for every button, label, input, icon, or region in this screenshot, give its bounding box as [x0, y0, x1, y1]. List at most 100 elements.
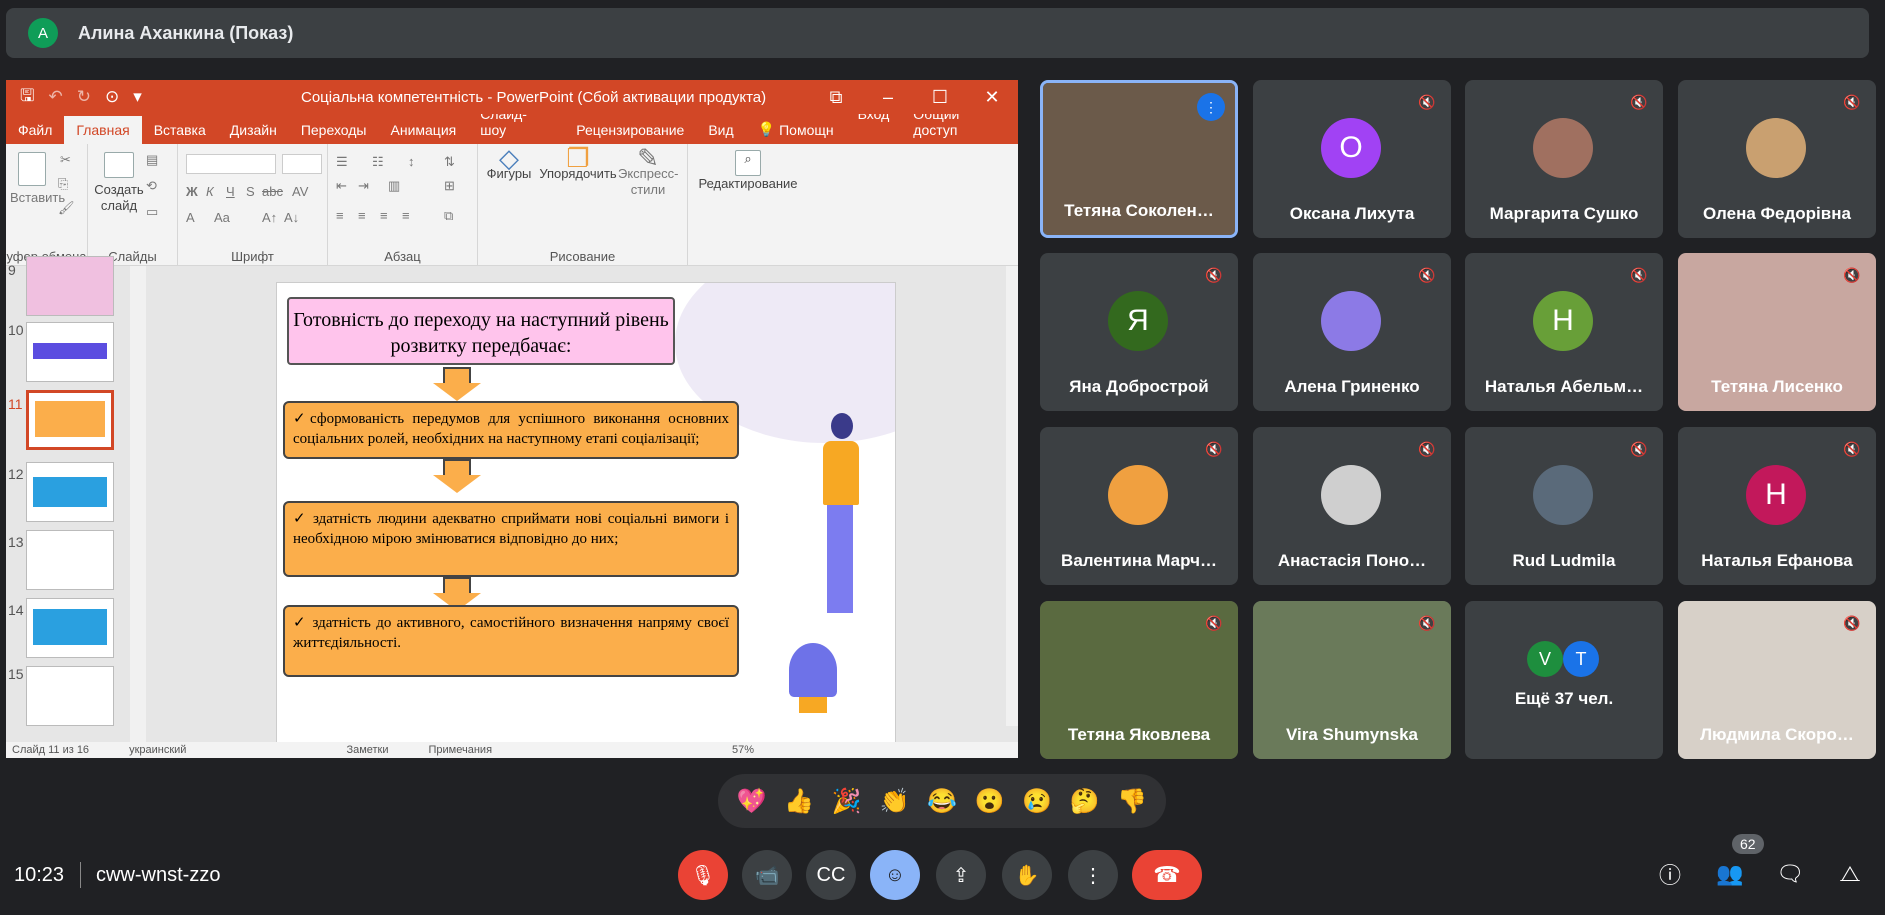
increase-font-icon[interactable]: A↑ — [262, 210, 277, 226]
cut-icon[interactable]: ✂ — [60, 152, 71, 168]
change-case-icon[interactable]: Aa — [214, 210, 230, 226]
reaction-party[interactable]: 🎉 — [832, 787, 862, 816]
italic-icon[interactable]: К — [206, 184, 214, 200]
participant-tile[interactable]: 🔇 Людмила Скоро… — [1678, 601, 1876, 759]
language-status[interactable]: украинский — [129, 744, 186, 756]
reaction-heart[interactable]: 💖 — [737, 787, 767, 816]
participant-tile[interactable]: 🔇 Алена Гриненко — [1253, 253, 1451, 411]
align-left-icon[interactable]: ≡ — [336, 208, 344, 224]
tab-transitions[interactable]: Переходы — [289, 122, 379, 144]
present-icon[interactable]: ⇪ — [936, 850, 986, 900]
participant-tile[interactable]: Я 🔇 Яна Добрострой — [1040, 253, 1238, 411]
reaction-clap[interactable]: 👏 — [879, 787, 909, 816]
reaction-thumbs-down[interactable]: 👎 — [1117, 787, 1147, 816]
reaction-thumbs-up[interactable]: 👍 — [784, 787, 814, 816]
thumbs-scrollbar[interactable] — [130, 266, 146, 744]
participant-tile[interactable]: ⋮ Тетяна Соколен… — [1040, 80, 1238, 238]
participant-tile[interactable]: 🔇 Олена Федорівна — [1678, 80, 1876, 238]
slide-thumb-15[interactable] — [26, 666, 114, 726]
paste-button[interactable]: Вставить — [10, 152, 65, 206]
arrange-button[interactable]: ❐ Упорядочить — [538, 145, 618, 182]
help-icon[interactable]: 💡 — [746, 121, 775, 144]
tab-view[interactable]: Вид — [696, 122, 745, 144]
zoom-level[interactable]: 57% — [732, 744, 754, 756]
section-icon[interactable]: ▭ — [146, 204, 158, 220]
redo-icon[interactable]: ↻ — [77, 87, 91, 107]
smartart-icon[interactable]: ⧉ — [444, 208, 453, 224]
participant-tile[interactable]: V T Ещё 37 чел. — [1465, 601, 1663, 759]
char-spacing-icon[interactable]: AV — [292, 184, 308, 200]
reaction-sad[interactable]: 😢 — [1022, 787, 1052, 816]
tab-animation[interactable]: Анимация — [379, 122, 469, 144]
new-slide-button[interactable]: Создать слайд — [94, 152, 144, 214]
columns-icon[interactable]: ▥ — [388, 178, 400, 194]
activities-icon[interactable]: ⧍ — [1832, 856, 1868, 892]
presentation-icon[interactable]: ⊙ — [105, 87, 119, 107]
font-family-select[interactable] — [186, 154, 276, 174]
more-options-icon[interactable]: ⋮ — [1068, 850, 1118, 900]
shadow-icon[interactable]: S — [246, 184, 255, 200]
strikethrough-icon[interactable]: abc — [262, 184, 283, 200]
align-right-icon[interactable]: ≡ — [380, 208, 388, 224]
quick-styles-button[interactable]: ✎ Экспресс-стили — [618, 145, 679, 198]
participant-tile[interactable]: 🔇 Валентина Марч… — [1040, 427, 1238, 585]
tab-file[interactable]: Файл — [6, 122, 64, 144]
comments-button[interactable]: Примечания — [429, 744, 493, 756]
slide-scrollbar[interactable] — [1006, 266, 1018, 726]
reset-icon[interactable]: ⟲ — [146, 178, 157, 194]
layout-icon[interactable]: ▤ — [146, 152, 158, 168]
participant-tile[interactable]: 🔇 Тетяна Яковлева — [1040, 601, 1238, 759]
font-color-icon[interactable]: A — [186, 210, 195, 226]
participant-tile[interactable]: 🔇 Маргарита Сушко — [1465, 80, 1663, 238]
info-icon[interactable]: ⓘ — [1652, 856, 1688, 892]
participant-tile[interactable]: Н 🔇 Наталья Абельм… — [1465, 253, 1663, 411]
participant-tile[interactable]: 🔇 Vira Shumynska — [1253, 601, 1451, 759]
slide-thumb-13[interactable] — [26, 530, 114, 590]
camera-icon[interactable]: 📹 — [742, 850, 792, 900]
meeting-code[interactable]: cww-wnst-zzo — [96, 864, 220, 887]
underline-icon[interactable]: Ч — [226, 184, 235, 200]
customize-icon[interactable]: ▾ — [133, 87, 142, 107]
align-center-icon[interactable]: ≡ — [358, 208, 366, 224]
people-icon[interactable]: 👥 — [1712, 856, 1748, 892]
slide-thumb-12[interactable] — [26, 462, 114, 522]
copy-icon[interactable]: ⎘ — [58, 176, 68, 192]
chat-icon[interactable]: 🗨 — [1772, 856, 1808, 892]
end-call-button[interactable]: ☎ — [1132, 850, 1202, 900]
text-direction-icon[interactable]: ⇅ — [444, 154, 455, 170]
align-text-icon[interactable]: ⊞ — [444, 178, 455, 194]
reaction-surprised[interactable]: 😮 — [975, 787, 1005, 816]
reaction-laugh[interactable]: 😂 — [927, 787, 957, 816]
undo-icon[interactable]: ↶ — [48, 87, 62, 107]
captions-icon[interactable]: CC — [806, 850, 856, 900]
font-size-select[interactable] — [282, 154, 322, 174]
line-spacing-icon[interactable]: ↕ — [408, 154, 415, 170]
reaction-thinking[interactable]: 🤔 — [1070, 787, 1100, 816]
participant-tile[interactable]: Н 🔇 Наталья Ефанова — [1678, 427, 1876, 585]
participant-tile[interactable]: 🔇 Тетяна Лисенко — [1678, 253, 1876, 411]
shapes-button[interactable]: ◇ Фигуры — [484, 145, 534, 182]
increase-indent-icon[interactable]: ⇥ — [358, 178, 369, 194]
ribbon-display-icon[interactable]: ⧉ — [810, 80, 862, 114]
participant-tile[interactable]: 🔇 Rud Ludmila — [1465, 427, 1663, 585]
tab-home[interactable]: Главная — [64, 116, 142, 144]
raise-hand-icon[interactable]: ✋ — [1002, 850, 1052, 900]
bullets-icon[interactable]: ☰ — [336, 154, 348, 170]
numbering-icon[interactable]: ☷ — [372, 154, 384, 170]
bold-icon[interactable]: Ж — [186, 184, 198, 200]
save-icon[interactable]: 🖫 — [20, 83, 34, 112]
slide-thumb-11[interactable] — [26, 390, 114, 450]
mic-off-icon[interactable]: 🎙 — [678, 850, 728, 900]
minimize-icon[interactable]: – — [862, 80, 914, 114]
participant-tile[interactable]: О 🔇 Оксана Лихута — [1253, 80, 1451, 238]
decrease-indent-icon[interactable]: ⇤ — [336, 178, 347, 194]
format-painter-icon[interactable]: 🖌 — [58, 200, 75, 216]
editing-button[interactable]: ⌕ Редактирование — [698, 150, 798, 192]
tab-review[interactable]: Рецензирование — [564, 122, 696, 144]
tab-insert[interactable]: Вставка — [142, 122, 218, 144]
tab-help[interactable]: Помощн — [775, 122, 846, 144]
justify-icon[interactable]: ≡ — [402, 208, 410, 224]
decrease-font-icon[interactable]: A↓ — [284, 210, 299, 226]
maximize-icon[interactable]: ☐ — [914, 80, 966, 114]
participant-tile[interactable]: 🔇 Анастасія Поно… — [1253, 427, 1451, 585]
